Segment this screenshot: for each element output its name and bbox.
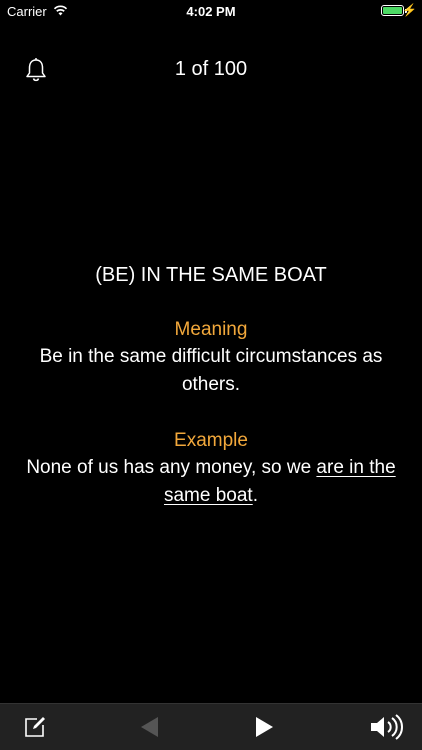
example-text: None of us has any money, so we are in t… — [20, 454, 402, 510]
idiom-card: (BE) IN THE SAME BOAT Meaning Be in the … — [20, 262, 402, 510]
previous-icon — [141, 717, 158, 737]
example-text-after: . — [252, 485, 258, 506]
card-counter: 1 of 100 — [174, 58, 248, 80]
play-icon — [256, 717, 273, 737]
battery-icon — [381, 5, 407, 16]
status-bar: Carrier 4:02 PM ⚡ — [0, 0, 422, 22]
meaning-text: Be in the same difficult circumstances a… — [39, 346, 383, 395]
previous-button[interactable] — [134, 712, 164, 742]
speaker-icon — [371, 714, 403, 740]
example-text-before: None of us has any money, so we — [26, 457, 317, 478]
edit-icon — [25, 717, 45, 737]
edit-button[interactable] — [20, 712, 50, 742]
idiom-title: (BE) IN THE SAME BOAT — [95, 264, 327, 286]
speaker-button[interactable] — [368, 712, 404, 742]
play-button[interactable] — [249, 712, 279, 742]
bottom-toolbar — [0, 703, 422, 750]
charging-icon: ⚡ — [402, 3, 417, 17]
meaning-label: Meaning — [174, 319, 248, 340]
status-time: 4:02 PM — [186, 4, 236, 19]
example-label: Example — [174, 430, 248, 451]
